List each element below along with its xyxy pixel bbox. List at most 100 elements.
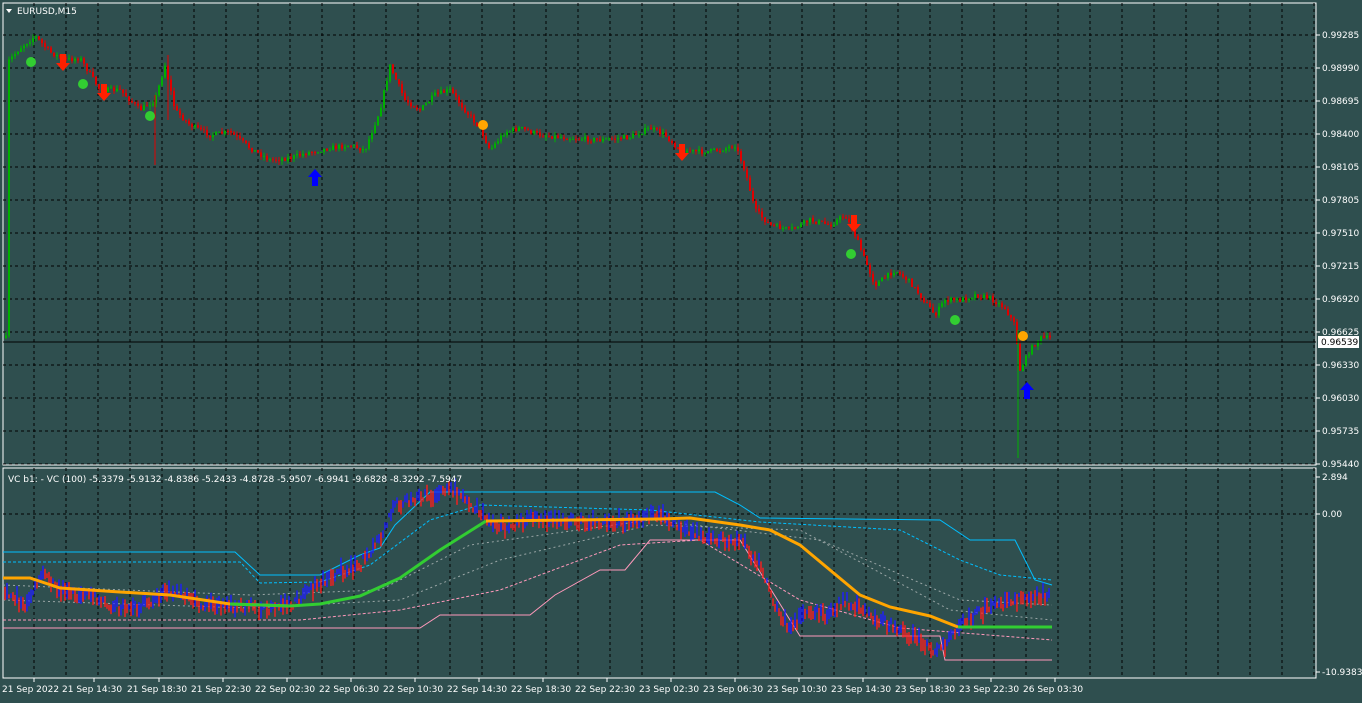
candle-body <box>353 145 355 147</box>
candle-body <box>779 224 781 230</box>
candle-body <box>278 160 280 162</box>
candle-body <box>401 84 403 94</box>
candle-body <box>347 145 349 148</box>
candle-body <box>239 136 241 139</box>
candle-body <box>218 131 220 133</box>
candle-body <box>545 136 547 138</box>
candle-body <box>650 127 652 130</box>
candle-body <box>740 151 742 162</box>
candle-body <box>296 153 298 156</box>
candle-body <box>362 148 364 151</box>
candle-body <box>539 132 541 137</box>
candle-body <box>830 224 832 227</box>
candle-body <box>47 46 49 48</box>
signal-dot-green <box>78 79 88 89</box>
candle-body <box>932 307 934 313</box>
candle-body <box>1022 365 1024 371</box>
candle-body <box>725 148 727 151</box>
candle-body <box>17 51 19 55</box>
price-and-indicator-chart[interactable]: EURUSD,M15 0.992850.989900.986950.984000… <box>0 0 1362 700</box>
candle-body <box>326 148 328 151</box>
time-tick-label: 23 Sep 22:30 <box>959 685 1019 695</box>
candle-body <box>20 48 22 52</box>
price-tick-label: 0.97805 <box>1322 196 1359 206</box>
candle-body <box>461 102 463 108</box>
candle-body <box>752 190 754 201</box>
candle-body <box>509 131 511 133</box>
candle-body <box>578 139 580 141</box>
symbol-title[interactable]: EURUSD,M15 <box>6 7 77 17</box>
candle-body <box>548 136 550 138</box>
candle-body <box>929 302 931 308</box>
current-price-tag: 0.96539 <box>1318 336 1359 348</box>
candle-body <box>860 240 862 251</box>
candle-body <box>857 236 859 241</box>
candle-body <box>284 158 286 161</box>
price-pane[interactable]: EURUSD,M15 <box>2 2 1317 466</box>
candle-body <box>215 131 217 136</box>
candle-body <box>833 224 835 227</box>
candle-body <box>1028 354 1030 356</box>
candle-body <box>26 43 28 46</box>
candle-body <box>518 127 520 131</box>
candle-body <box>722 150 724 152</box>
candle-body <box>50 47 52 53</box>
candle-body <box>950 297 952 302</box>
candle-body <box>917 287 919 294</box>
time-tick-label: 23 Sep 02:30 <box>639 685 699 695</box>
candle-body <box>497 141 499 144</box>
candle-body <box>29 42 31 44</box>
candle-body <box>440 90 442 94</box>
candle-body <box>455 93 457 97</box>
candle-body <box>737 147 739 152</box>
candle-body <box>608 138 610 140</box>
signal-dot-green <box>950 315 960 325</box>
candle-body <box>710 148 712 152</box>
candle-body <box>863 250 865 256</box>
candle-body <box>92 71 94 77</box>
time-tick-label: 22 Sep 10:30 <box>383 685 443 695</box>
candle-body <box>668 136 670 141</box>
indicator-pane[interactable]: VC b1: - VC (100) -5.3379 -5.9132 -4.838… <box>2 467 1317 679</box>
candle-body <box>1034 345 1036 347</box>
candle-body <box>749 177 751 191</box>
candle-body <box>329 150 331 152</box>
candle-body <box>128 96 130 102</box>
candle-body <box>536 131 538 133</box>
candle-body <box>791 227 793 229</box>
candle-body <box>656 127 658 130</box>
candle-body <box>230 131 232 133</box>
candle-body <box>449 88 451 90</box>
trading-terminal-chart-window: EURUSD,M15 0.99285 0.98990 0.98695 0.98400 0… <box>0 0 1362 700</box>
candle-body <box>770 222 772 225</box>
candle-body <box>206 129 208 136</box>
candle-body <box>299 153 301 156</box>
candle-body <box>350 145 352 147</box>
candle-body <box>665 132 667 137</box>
price-tick-label: 0.96920 <box>1322 295 1359 305</box>
candle-body <box>131 101 133 103</box>
candle-body <box>152 103 154 106</box>
candle-body <box>1046 335 1048 338</box>
price-tick-label: 0.98400 <box>1322 130 1359 140</box>
candle-body <box>68 58 70 60</box>
candle-body <box>590 141 592 143</box>
candle-body <box>674 142 676 148</box>
candle-body <box>386 81 388 91</box>
candle-body <box>110 87 112 89</box>
candle-body <box>434 92 436 96</box>
candle-body <box>392 64 394 74</box>
time-tick-label: 21 Sep 2022 <box>2 685 59 695</box>
candle-body <box>314 152 316 154</box>
candle-body <box>197 125 199 128</box>
candle-body <box>53 52 55 57</box>
candle-body <box>5 335 7 338</box>
candle-body <box>116 88 118 92</box>
candle-body <box>845 217 847 219</box>
candle-body <box>581 139 583 141</box>
candle-body <box>122 89 124 93</box>
candle-body <box>221 131 223 134</box>
candle-body <box>644 127 646 134</box>
candle-body <box>491 147 493 149</box>
time-tick-label: 22 Sep 14:30 <box>447 685 507 695</box>
